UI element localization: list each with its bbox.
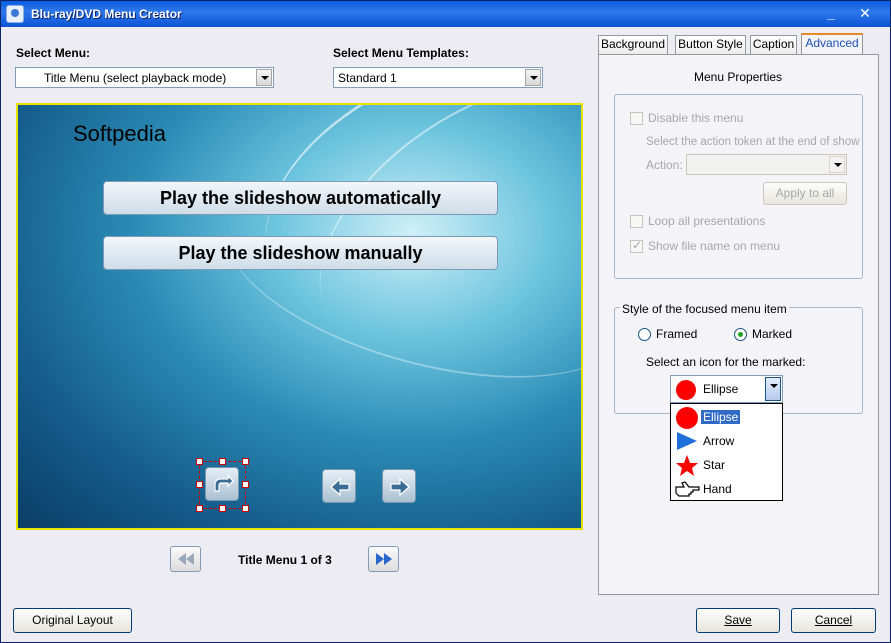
select-menu-value: Title Menu (select playback mode) — [44, 71, 227, 85]
action-token-text: Select the action token at the end of sh… — [646, 136, 860, 148]
list-item-star[interactable]: Star — [673, 453, 781, 477]
list-item-label: Arrow — [703, 434, 735, 448]
show-file-name-label: Show file name on menu — [648, 239, 781, 253]
resize-handle[interactable] — [196, 481, 203, 488]
disable-menu-label: Disable this menu — [648, 111, 744, 125]
marked-radio[interactable] — [734, 328, 747, 341]
close-button[interactable]: ✕ — [855, 4, 875, 24]
rewind-icon — [178, 553, 194, 565]
action-label: Action: — [646, 158, 683, 172]
resize-handle[interactable] — [219, 458, 226, 465]
menu-properties-title: Menu Properties — [694, 70, 783, 84]
list-item-label: Hand — [703, 482, 732, 496]
resize-handle[interactable] — [242, 505, 249, 512]
framed-radio[interactable] — [638, 328, 651, 341]
title-bar[interactable]: Blu-ray/DVD Menu Creator _ ✕ — [1, 1, 890, 27]
star-icon — [676, 455, 698, 476]
apply-to-all-button[interactable]: Apply to all — [763, 182, 847, 205]
marker-icon-list[interactable]: Ellipse Arrow Star Hand — [670, 403, 783, 501]
show-file-name-checkbox[interactable] — [630, 238, 643, 253]
select-menu-dropdown[interactable]: Title Menu (select playback mode) — [15, 67, 274, 88]
list-item-arrow[interactable]: Arrow — [673, 429, 781, 453]
next-page-button[interactable] — [368, 546, 399, 572]
loop-all-checkbox[interactable] — [630, 215, 643, 228]
tab-button-style[interactable]: Button Style — [675, 35, 746, 54]
marker-icon-dropdown[interactable]: Ellipse — [670, 375, 783, 403]
tab-background[interactable]: Background — [598, 35, 668, 54]
play-auto-button[interactable]: Play the slideshow automatically — [103, 181, 498, 215]
resize-handle[interactable] — [242, 481, 249, 488]
ellipse-icon — [676, 380, 696, 400]
list-item-ellipse[interactable]: Ellipse — [673, 405, 781, 429]
arrow-icon — [677, 432, 697, 450]
play-manual-button[interactable]: Play the slideshow manually — [103, 236, 498, 270]
focused-style-title: Style of the focused menu item — [620, 302, 789, 316]
previous-page-button[interactable] — [170, 546, 201, 572]
list-item-hand[interactable]: Hand — [673, 477, 781, 501]
minimize-button[interactable]: _ — [821, 4, 841, 24]
chevron-down-icon[interactable] — [525, 69, 541, 86]
chevron-down-icon[interactable] — [256, 69, 272, 86]
loop-all-label: Loop all presentations — [648, 214, 766, 228]
preview-site-text[interactable]: Softpedia — [73, 121, 166, 147]
action-dropdown[interactable] — [686, 154, 847, 175]
resize-handle[interactable] — [242, 458, 249, 465]
select-template-value: Standard 1 — [338, 71, 397, 85]
resize-handle[interactable] — [196, 458, 203, 465]
page-indicator: Title Menu 1 of 3 — [238, 553, 332, 567]
return-icon[interactable] — [205, 467, 239, 501]
tab-advanced[interactable]: Advanced — [801, 33, 863, 55]
select-menu-label: Select Menu: — [16, 46, 91, 60]
resize-handle[interactable] — [219, 505, 226, 512]
chevron-down-icon[interactable] — [765, 377, 781, 401]
save-button[interactable]: Save — [696, 608, 780, 633]
marked-label: Marked — [752, 327, 793, 341]
resize-handle[interactable] — [196, 505, 203, 512]
app-icon — [6, 5, 24, 23]
original-layout-button[interactable]: Original Layout — [13, 608, 132, 633]
disable-menu-checkbox[interactable] — [630, 112, 643, 125]
framed-label: Framed — [656, 327, 698, 341]
arrow-left-icon[interactable] — [322, 469, 356, 503]
tab-caption[interactable]: Caption — [750, 35, 797, 54]
hand-pointer-icon — [675, 481, 700, 497]
ellipse-icon — [676, 407, 698, 429]
arrow-right-icon[interactable] — [382, 469, 416, 503]
chevron-down-icon[interactable] — [829, 156, 845, 173]
cancel-button[interactable]: Cancel — [791, 608, 876, 633]
fast-forward-icon — [376, 553, 392, 565]
list-item-label: Star — [703, 458, 726, 472]
select-template-label: Select Menu Templates: — [333, 46, 469, 60]
window-title: Blu-ray/DVD Menu Creator — [31, 7, 182, 21]
app-window: Blu-ray/DVD Menu Creator _ ✕ Select Menu… — [0, 0, 891, 643]
menu-preview[interactable]: Softpedia Play the slideshow automatical… — [16, 103, 583, 530]
select-template-dropdown[interactable]: Standard 1 — [333, 67, 543, 88]
marker-icon-value: Ellipse — [703, 382, 739, 396]
list-item-label: Ellipse — [701, 410, 741, 424]
icon-prompt: Select an icon for the marked: — [646, 355, 806, 369]
